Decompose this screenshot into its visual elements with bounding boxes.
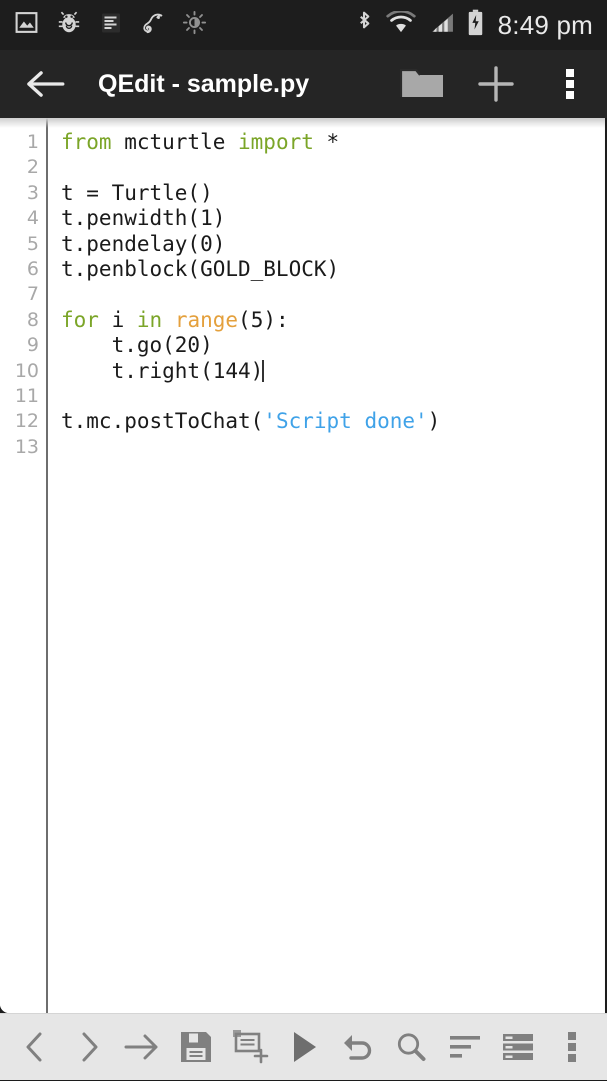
gallery-icon [14, 10, 39, 40]
code-line: t = Turtle() [61, 181, 605, 206]
page-title: QEdit - sample.py [98, 69, 310, 98]
wifi-icon [385, 9, 416, 40]
line-number: 12 [14, 410, 39, 433]
search-button[interactable] [384, 1014, 438, 1081]
back-button[interactable] [22, 61, 68, 107]
bottom-toolbar [0, 1013, 607, 1080]
code-editor[interactable]: 1 2 3 4 5 6 7 8 9 10 11 12 13 from mcturtle import *… [0, 118, 605, 1013]
line-number: 3 [26, 181, 39, 204]
status-bar-left-icons [14, 10, 207, 41]
status-bar-right-icons: 8:49 pm [354, 0, 593, 50]
format-button[interactable] [438, 1014, 492, 1081]
bug-icon [56, 10, 82, 41]
code-line: t.go(20) [61, 333, 605, 358]
code-token: from [61, 130, 125, 154]
line-number: 2 [26, 156, 39, 179]
line-number: 11 [14, 384, 39, 407]
code-token: in [136, 307, 163, 332]
code-token: t = Turtle() [61, 180, 213, 205]
prev-button[interactable] [8, 1014, 62, 1081]
bluetooth-icon [354, 10, 374, 41]
code-line: for i in range(5): [61, 308, 605, 333]
code-token: t.right(144) [61, 358, 264, 383]
line-number: 7 [26, 283, 39, 306]
code-token: 'Script done' [263, 409, 428, 434]
code-token: t.go(20) [61, 333, 213, 358]
status-bar: 8:49 pm [0, 0, 607, 50]
code-token: t.penblock(GOLD_BLOCK) [61, 256, 340, 281]
code-token: * [313, 130, 340, 154]
code-line: from mcturtle import * [61, 130, 605, 155]
code-token: t.pendelay(0) [61, 231, 226, 256]
code-line: t.mc.postToChat('Script done') [61, 409, 605, 434]
new-file-button[interactable] [473, 61, 519, 107]
code-token: ) [427, 409, 441, 434]
code-line: t.penwidth(1) [61, 206, 605, 231]
tab-insert-button[interactable] [115, 1014, 169, 1081]
line-number: 6 [26, 257, 39, 280]
chameleon-icon [140, 10, 165, 40]
title-bar-actions [399, 50, 593, 118]
code-line: t.pendelay(0) [61, 232, 605, 257]
code-token: range [174, 307, 239, 332]
code-line: t.penblock(GOLD_BLOCK) [61, 257, 605, 282]
editor-container: 1 2 3 4 5 6 7 8 9 10 11 12 13 from mcturtle import *… [0, 118, 607, 1013]
code-token: t.mc.postToChat( [61, 409, 264, 434]
app-title-bar: QEdit - sample.py [0, 50, 607, 118]
line-number: 9 [26, 334, 39, 357]
undo-button[interactable] [330, 1014, 384, 1081]
code-text-area[interactable]: from mcturtle import * t = Turtle() t.pen… [48, 118, 605, 1013]
next-button[interactable] [62, 1014, 116, 1081]
code-line: t.right(144) [61, 359, 605, 384]
text-cursor [262, 359, 265, 382]
open-folder-button[interactable] [399, 61, 445, 107]
code-token: mcturtle [124, 130, 239, 154]
line-number: 13 [14, 435, 39, 458]
line-number: 4 [26, 207, 39, 230]
line-number: 5 [26, 232, 39, 255]
code-token: t.penwidth(1) [61, 206, 226, 231]
code-token: for [61, 307, 99, 332]
code-token: i [98, 307, 137, 332]
line-number-gutter: 1 2 3 4 5 6 7 8 9 10 11 12 13 [0, 118, 48, 1013]
line-number: 10 [14, 359, 39, 382]
battery-charging-icon [467, 9, 484, 41]
overflow-menu-button[interactable] [547, 61, 593, 107]
text-lines-icon [99, 11, 123, 40]
brightness-icon [182, 10, 207, 40]
code-token: (5): [238, 307, 289, 332]
save-button[interactable] [169, 1014, 223, 1081]
line-number: 8 [26, 308, 39, 331]
code-token: import [238, 130, 314, 154]
save-as-button[interactable] [223, 1014, 277, 1081]
list-button[interactable] [492, 1014, 546, 1081]
line-number: 1 [26, 131, 39, 153]
more-button[interactable] [545, 1014, 599, 1081]
run-button[interactable] [277, 1014, 331, 1081]
status-clock: 8:49 pm [497, 9, 593, 40]
cell-signal-icon [428, 11, 455, 40]
